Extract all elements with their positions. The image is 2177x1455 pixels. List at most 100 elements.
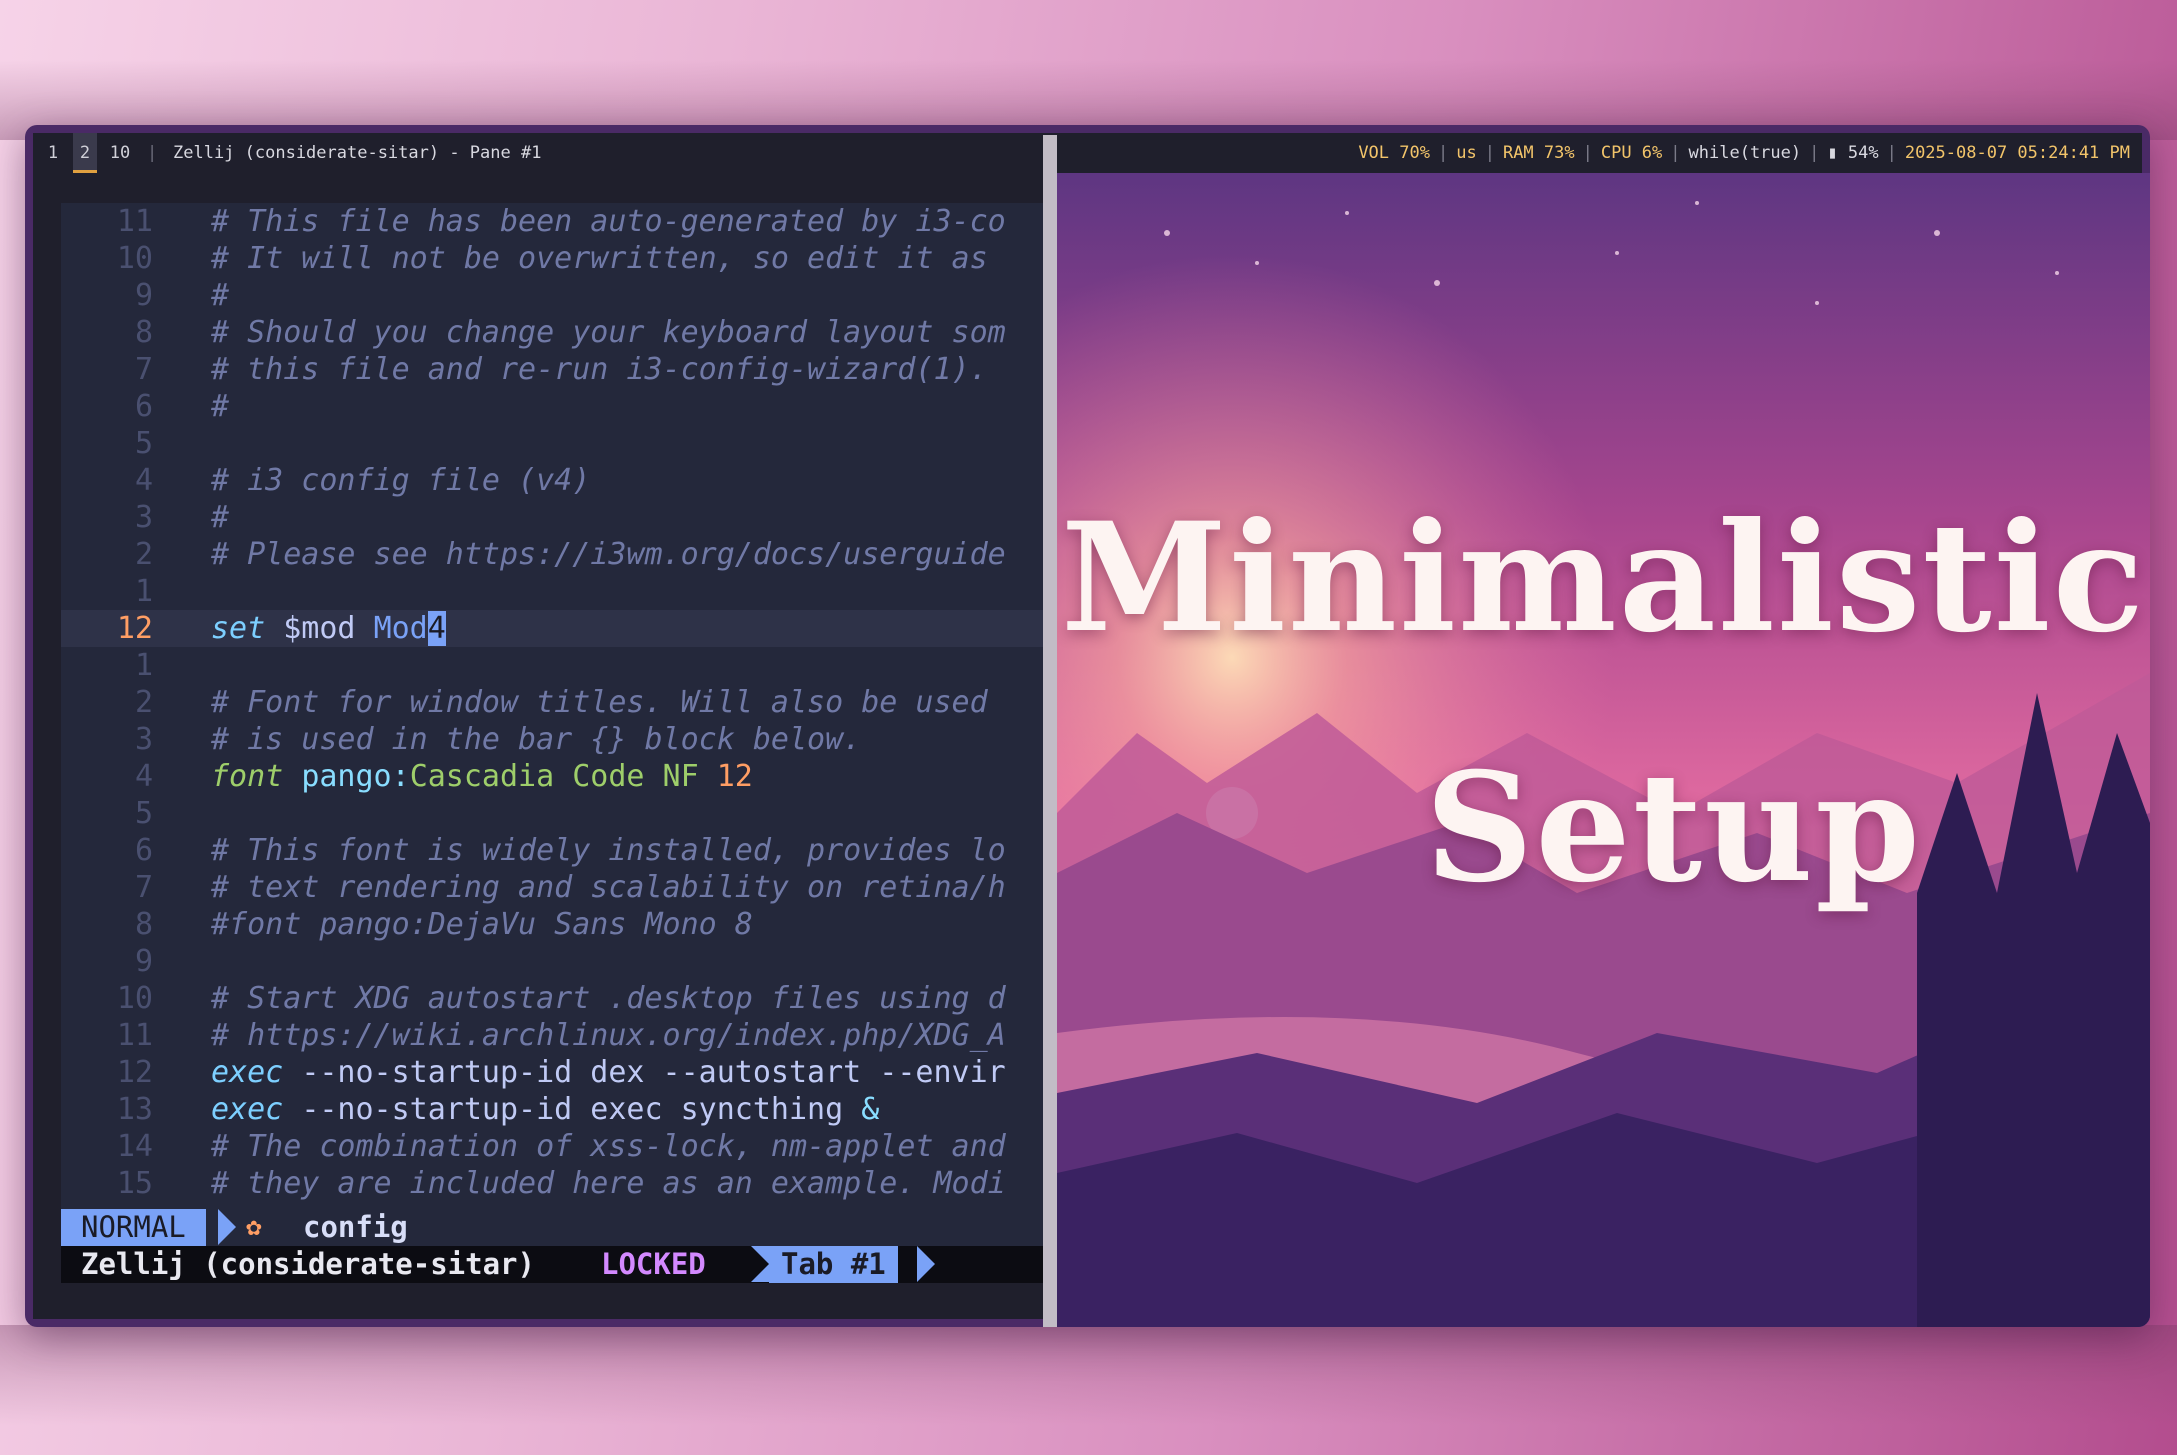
line-number: 3 — [134, 500, 153, 535]
line-code: font pango:Cascadia Code NF 12 — [211, 759, 753, 794]
editor-line[interactable]: 5 — [61, 795, 1043, 832]
line-code: #font pango:DejaVu Sans Mono 8 — [211, 907, 753, 942]
filename: config — [303, 1210, 408, 1244]
editor-line[interactable]: 9 # — [61, 277, 1043, 314]
mode-separator-arrow — [218, 1209, 236, 1245]
battery-icon: ▮ — [1827, 143, 1848, 163]
line-number: 1 — [134, 574, 153, 609]
editor-line[interactable]: 5 — [61, 425, 1043, 462]
line-code: # this file and re-run i3-config-wizard(… — [211, 352, 988, 387]
line-number: 14 — [116, 1129, 153, 1164]
editor-line[interactable]: 2 # Font for window titles. Will also be … — [61, 684, 1043, 721]
line-code: # Font for window titles. Will also be u… — [211, 685, 988, 720]
editor-line[interactable]: 8 #font pango:DejaVu Sans Mono 8 — [61, 906, 1043, 943]
line-code: # they are included here as an example. … — [211, 1166, 1006, 1201]
workspace-button-10[interactable]: 10 — [103, 133, 137, 173]
line-number: 9 — [134, 278, 153, 313]
zellij-status-bar: Zellij (considerate-sitar) LOCKED Tab #1 — [61, 1246, 1043, 1283]
editor-line[interactable]: 7 # text rendering and scalability on ret… — [61, 869, 1043, 906]
editor-line[interactable]: 4 font pango:Cascadia Code NF 12 — [61, 758, 1043, 795]
ram-status: RAM 73% — [1502, 143, 1575, 163]
editor-line[interactable]: 13 exec --no-startup-id exec syncthing & — [61, 1091, 1043, 1128]
line-code: # Start XDG autostart .desktop files usi… — [211, 981, 1006, 1016]
tab-arrow-right — [917, 1246, 935, 1282]
i3-status-bar: 1 2 10 | Zellij (considerate-sitar) - Pa… — [33, 133, 2142, 173]
status-blocks: VOL 70% | us | RAM 73% | CPU 6% | while(true) | ▮ … — [1358, 143, 2130, 163]
editor-line[interactable]: 6 # This font is widely installed, provid… — [61, 832, 1043, 869]
clock-status: 2025-08-07 05:24:41 PM — [1904, 143, 2130, 163]
editor-line[interactable]: 4 # i3 config file (v4) — [61, 462, 1043, 499]
line-number: 12 — [116, 1055, 153, 1090]
editor-line[interactable]: 10 # It will not be overwritten, so edit … — [61, 240, 1043, 277]
line-number: 10 — [116, 981, 153, 1016]
wallpaper-headline-line2: Setup — [1425, 740, 1922, 916]
editor-line[interactable]: 11 # This file has been auto-generated by… — [61, 203, 1043, 240]
line-number: 10 — [116, 241, 153, 276]
line-number: 4 — [134, 463, 153, 498]
line-number: 8 — [134, 907, 153, 942]
line-code: exec --no-startup-id dex --autostart --e… — [211, 1055, 1006, 1090]
battery-status: 54% — [1847, 143, 1879, 163]
line-code: # i3 config file (v4) — [211, 463, 591, 498]
line-code: # This file has been auto-generated by i… — [211, 204, 1006, 239]
line-code: # — [211, 389, 230, 424]
editor-line[interactable]: 15 # they are included here as an example… — [61, 1165, 1043, 1202]
line-code: # is used in the bar {} block below. — [211, 722, 862, 757]
line-number: 6 — [134, 833, 153, 868]
zellij-session-name: Zellij (considerate-sitar) — [81, 1247, 535, 1281]
workspace-button-1[interactable]: 1 — [43, 133, 63, 173]
editor-line[interactable]: 6 # — [61, 388, 1043, 425]
code-editor[interactable]: 11 # This file has been auto-generated by… — [61, 203, 1043, 1209]
line-code: # This font is widely installed, provide… — [211, 833, 1006, 868]
editor-line[interactable]: 1 — [61, 573, 1043, 610]
line-number: 1 — [134, 648, 153, 683]
line-number: 8 — [134, 315, 153, 350]
line-code: # Please see https://i3wm.org/docs/userg… — [211, 537, 1006, 572]
workspace-button-2[interactable]: 2 — [73, 133, 97, 173]
line-number: 5 — [134, 796, 153, 831]
terminal-pane[interactable]: 11 # This file has been auto-generated by… — [33, 173, 1043, 1319]
line-code: set $mod Mod4 — [211, 611, 446, 646]
line-code: # The combination of xss-lock, nm-applet… — [211, 1129, 1006, 1164]
zellij-tab-1[interactable]: Tab #1 — [769, 1246, 898, 1283]
line-number: 2 — [134, 537, 153, 572]
editor-line[interactable]: 10 # Start XDG autostart .desktop files u… — [61, 980, 1043, 1017]
line-code: exec --no-startup-id exec syncthing & — [211, 1092, 880, 1127]
keyboard-layout-status[interactable]: us — [1456, 143, 1476, 163]
editor-line[interactable]: 3 # — [61, 499, 1043, 536]
line-number: 6 — [134, 389, 153, 424]
gear-icon: ✿ — [246, 1212, 262, 1242]
wallpaper: Minimalistic Setup — [1057, 173, 2150, 1327]
line-number: 11 — [116, 204, 153, 239]
separator: | — [147, 143, 158, 163]
editor-line[interactable]: 11 # https://wiki.archlinux.org/index.php… — [61, 1017, 1043, 1054]
editor-line[interactable]: 14 # The combination of xss-lock, nm-appl… — [61, 1128, 1043, 1165]
line-number: 7 — [134, 870, 153, 905]
custom-status: while(true) — [1688, 143, 1802, 163]
desktop-window: 1 2 10 | Zellij (considerate-sitar) - Pa… — [25, 125, 2150, 1327]
cpu-status: CPU 6% — [1600, 143, 1663, 163]
line-number: 15 — [116, 1166, 153, 1201]
line-code: # Should you change your keyboard layout… — [211, 315, 1006, 350]
line-code: # It will not be overwritten, so edit it… — [211, 241, 988, 276]
line-number: 4 — [134, 759, 153, 794]
editor-line[interactable]: 8 # Should you change your keyboard layou… — [61, 314, 1043, 351]
editor-statusline: NORMAL ✿ config — [61, 1209, 1043, 1246]
editor-line[interactable]: 2 # Please see https://i3wm.org/docs/user… — [61, 536, 1043, 573]
editor-line[interactable]: 3 # is used in the bar {} block below. — [61, 721, 1043, 758]
volume-status[interactable]: VOL 70% — [1358, 143, 1430, 163]
line-number: 2 — [134, 685, 153, 720]
line-code: # text rendering and scalability on reti… — [211, 870, 1006, 905]
line-code: # https://wiki.archlinux.org/index.php/X… — [211, 1018, 1006, 1053]
editor-line[interactable]: 12 exec --no-startup-id dex --autostart -… — [61, 1054, 1043, 1091]
line-code: # — [211, 278, 230, 313]
tab-arrow-left — [751, 1246, 769, 1282]
editor-line[interactable]: 7 # this file and re-run i3-config-wizard… — [61, 351, 1043, 388]
editor-line[interactable]: 9 — [61, 943, 1043, 980]
editor-line[interactable]: 1 — [61, 647, 1043, 684]
line-number: 12 — [116, 611, 153, 646]
line-code: # — [211, 500, 230, 535]
editor-line-current[interactable]: 12 set $mod Mod4 — [61, 610, 1043, 647]
pane-divider[interactable] — [1043, 135, 1057, 1327]
line-number: 7 — [134, 352, 153, 387]
